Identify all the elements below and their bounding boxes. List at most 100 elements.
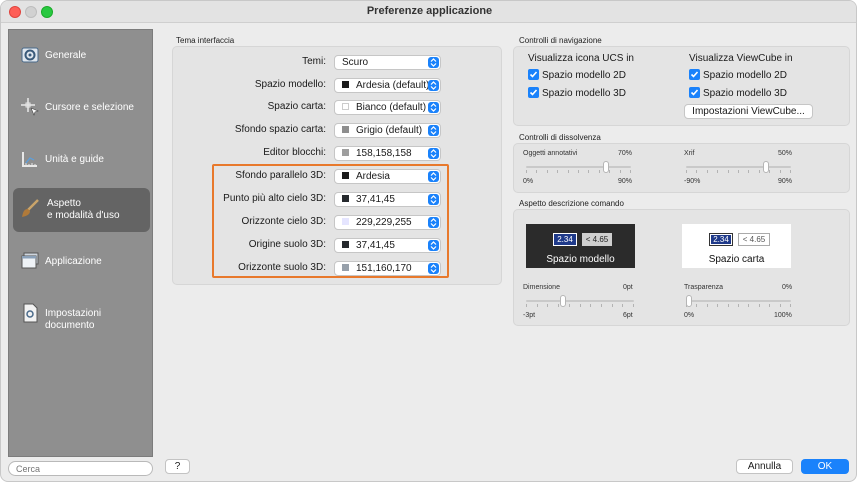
- preview-label: Spazio modello: [546, 254, 615, 265]
- theme-row-select[interactable]: Grigio (default): [334, 123, 441, 138]
- viewcube-model2d-checkbox[interactable]: Spazio modello 2D: [689, 69, 787, 81]
- tooltip-transparency-slider[interactable]: [686, 293, 791, 309]
- slider-tick: [696, 170, 697, 173]
- nav-section-title: Controlli di navigazione: [519, 36, 602, 45]
- sidebar-item-label: Aspetto: [47, 198, 81, 209]
- slider-tick: [748, 170, 749, 173]
- sidebar-item-aspetto[interactable]: Aspetto e modalità d'uso: [13, 188, 150, 232]
- slider-tick: [696, 304, 697, 307]
- slider-tick: [728, 170, 729, 173]
- slider-tick: [790, 304, 791, 307]
- slider-knob[interactable]: [560, 295, 566, 307]
- xref-fade-slider[interactable]: [686, 159, 791, 175]
- slider-tick: [780, 170, 781, 173]
- slider-tick: [547, 304, 548, 307]
- slider-tick: [612, 304, 613, 307]
- checkmark-icon: [528, 87, 539, 98]
- slider-track: [686, 166, 791, 168]
- slider-tick: [557, 170, 558, 173]
- slider-knob[interactable]: [603, 161, 609, 173]
- slider-track: [526, 166, 631, 168]
- cancel-button[interactable]: Annulla: [736, 459, 793, 474]
- ucs-title: Visualizza icona UCS in: [528, 53, 634, 64]
- chevron-updown-icon: [428, 80, 439, 91]
- slider-tick: [526, 304, 527, 307]
- ucs-model3d-checkbox[interactable]: Spazio modello 3D: [528, 87, 626, 99]
- slider-tick: [686, 170, 687, 173]
- window-title: Preferenze applicazione: [366, 5, 493, 17]
- select-value: Bianco (default): [356, 102, 427, 113]
- annot-fade-slider[interactable]: [526, 159, 631, 175]
- slider-tick: [590, 304, 591, 307]
- sidebar-item-label: Applicazione: [45, 256, 102, 267]
- slider-tick: [717, 170, 718, 173]
- gear-icon: [19, 44, 41, 66]
- xref-slider-min: -90%: [684, 178, 701, 185]
- slider-tick: [609, 170, 610, 173]
- viewcube-model3d-checkbox[interactable]: Spazio modello 3D: [689, 87, 787, 99]
- ok-button[interactable]: OK: [801, 459, 849, 474]
- preview-value-box: 2.34: [553, 233, 577, 246]
- checkmark-icon: [528, 69, 539, 80]
- sidebar-item-impostazioni-documento[interactable]: Impostazioni documento: [13, 292, 150, 336]
- ucs-model2d-checkbox[interactable]: Spazio modello 2D: [528, 69, 626, 81]
- sidebar-item-unita[interactable]: Unità e guide: [13, 138, 150, 182]
- slider-tick: [748, 304, 749, 307]
- help-button[interactable]: ?: [165, 459, 190, 474]
- paper-space-preview: 2.34 < 4.65 Spazio carta: [682, 224, 791, 268]
- slider-tick: [728, 304, 729, 307]
- title-bar: Preferenze applicazione: [1, 1, 856, 23]
- transp-slider-value: 0%: [782, 284, 793, 291]
- checkbox-label: Spazio modello 2D: [703, 70, 787, 81]
- slider-tick: [536, 170, 537, 173]
- theme-row-select[interactable]: 158,158,158: [334, 146, 441, 161]
- document-gear-icon: [19, 302, 41, 324]
- color-swatch: [342, 149, 349, 156]
- chevron-updown-icon: [428, 148, 439, 159]
- theme-row-label: Editor blocchi:: [263, 147, 326, 158]
- checkmark-icon: [689, 69, 700, 80]
- slider-tick: [707, 170, 708, 173]
- color-swatch: [342, 103, 349, 110]
- chevron-updown-icon: [428, 57, 439, 68]
- theme-row-label: Spazio modello:: [254, 79, 326, 90]
- slider-tick: [780, 304, 781, 307]
- sidebar-item-label: Impostazioni documento: [45, 308, 102, 331]
- sidebar-item-cursore[interactable]: Cursore e selezione: [13, 86, 150, 130]
- viewcube-settings-button[interactable]: Impostazioni ViewCube...: [684, 104, 813, 119]
- preview-value-box: 2.34: [709, 233, 733, 246]
- slider-tick: [547, 170, 548, 173]
- crosshair-cursor-icon: [19, 96, 41, 118]
- select-value: Ardesia (default): [356, 80, 430, 91]
- preview-hint-box: < 4.65: [582, 233, 612, 246]
- size-slider-min: -3pt: [523, 312, 536, 319]
- theme-row-select[interactable]: Bianco (default): [334, 100, 441, 115]
- checkbox-label: Spazio modello 3D: [542, 88, 626, 99]
- transp-slider-label: Trasparenza: [684, 284, 724, 291]
- preview-label: Spazio carta: [708, 254, 765, 265]
- slider-track: [526, 300, 634, 302]
- search-input[interactable]: [8, 461, 153, 476]
- annot-slider-value: 70%: [618, 150, 633, 157]
- select-value: Scuro: [342, 57, 369, 68]
- model-space-preview: 2.34 < 4.65 Spazio modello: [526, 224, 635, 268]
- tooltip-size-slider[interactable]: [526, 293, 634, 309]
- sidebar-item-generale[interactable]: Generale: [13, 34, 150, 78]
- slider-tick: [569, 304, 570, 307]
- slider-tick: [769, 170, 770, 173]
- color-swatch: [342, 126, 349, 133]
- chevron-updown-icon: [428, 102, 439, 113]
- chevron-updown-icon: [428, 125, 439, 136]
- checkbox-label: Spazio modello 2D: [542, 70, 626, 81]
- slider-knob[interactable]: [686, 295, 692, 307]
- highlight-3d-group: [212, 164, 449, 278]
- slider-knob[interactable]: [763, 161, 769, 173]
- theme-row-select[interactable]: Ardesia (default): [334, 78, 441, 93]
- sidebar-item-applicazione[interactable]: Applicazione: [13, 240, 150, 284]
- slider-track: [686, 300, 791, 302]
- theme-row-select[interactable]: Scuro: [334, 55, 441, 70]
- select-value: Grigio (default): [356, 125, 423, 136]
- slider-tick: [769, 304, 770, 307]
- size-slider-label: Dimensione: [523, 284, 560, 291]
- size-slider-value: 0pt: [623, 284, 633, 291]
